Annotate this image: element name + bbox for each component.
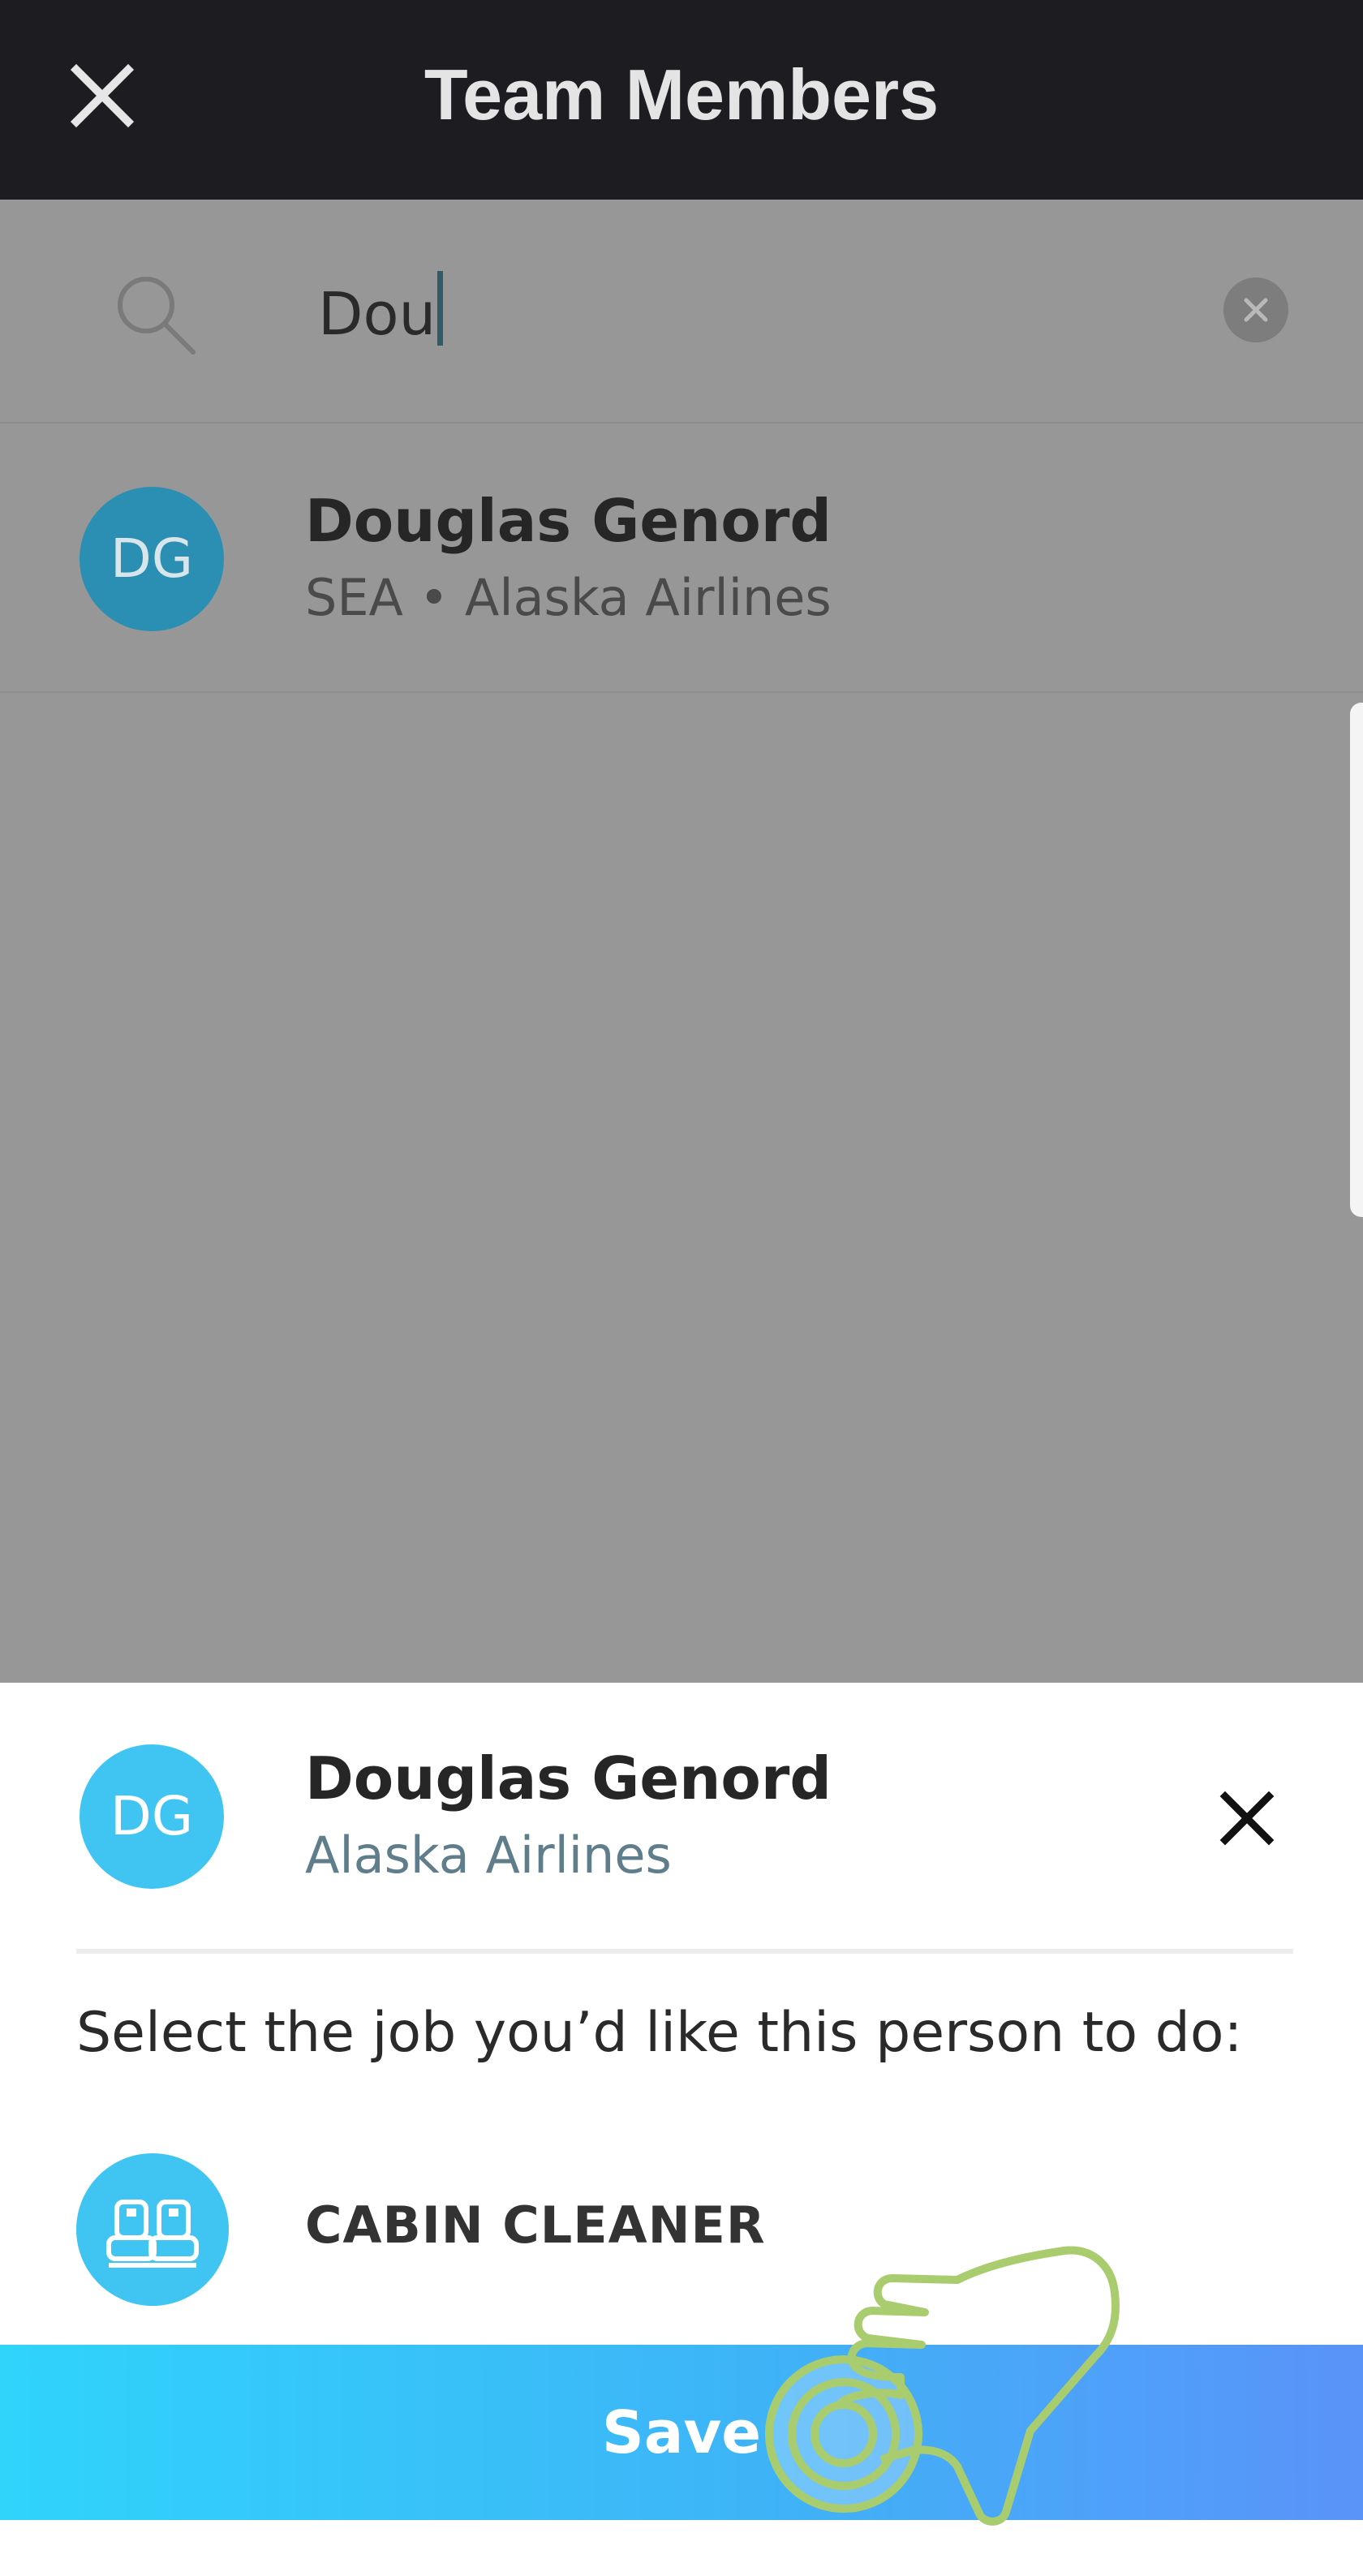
avatar: DG xyxy=(80,1744,224,1889)
clear-circle-icon[interactable] xyxy=(1223,277,1288,342)
job-option-icon[interactable] xyxy=(76,2153,229,2306)
search-bar: Dou xyxy=(0,200,1363,424)
scrollbar[interactable] xyxy=(1350,703,1363,1217)
divider xyxy=(76,1949,1293,1954)
selected-person-name: Douglas Genord xyxy=(305,1744,832,1813)
save-button[interactable]: Save xyxy=(0,2345,1363,2520)
search-input[interactable]: Dou xyxy=(318,269,1170,359)
result-name: Douglas Genord xyxy=(305,487,832,555)
save-button-label: Save xyxy=(601,2398,762,2466)
text-caret xyxy=(437,271,444,346)
overlay-background[interactable]: Dou xyxy=(0,200,1363,1683)
search-input-value: Dou xyxy=(318,280,436,348)
seats-icon xyxy=(106,2200,199,2268)
close-icon[interactable] xyxy=(1210,1782,1283,1855)
page-title: Team Members xyxy=(424,54,939,135)
job-prompt: Select the job you’d like this person to… xyxy=(76,2001,1243,2065)
result-subtitle: SEA • Alaska Airlines xyxy=(305,568,832,627)
avatar: DG xyxy=(80,487,224,631)
selected-person-company: Alaska Airlines xyxy=(305,1826,672,1885)
app-header: Team Members xyxy=(0,0,1363,200)
search-icon xyxy=(118,277,196,355)
job-option-label[interactable]: CABIN CLEANER xyxy=(305,2195,766,2255)
